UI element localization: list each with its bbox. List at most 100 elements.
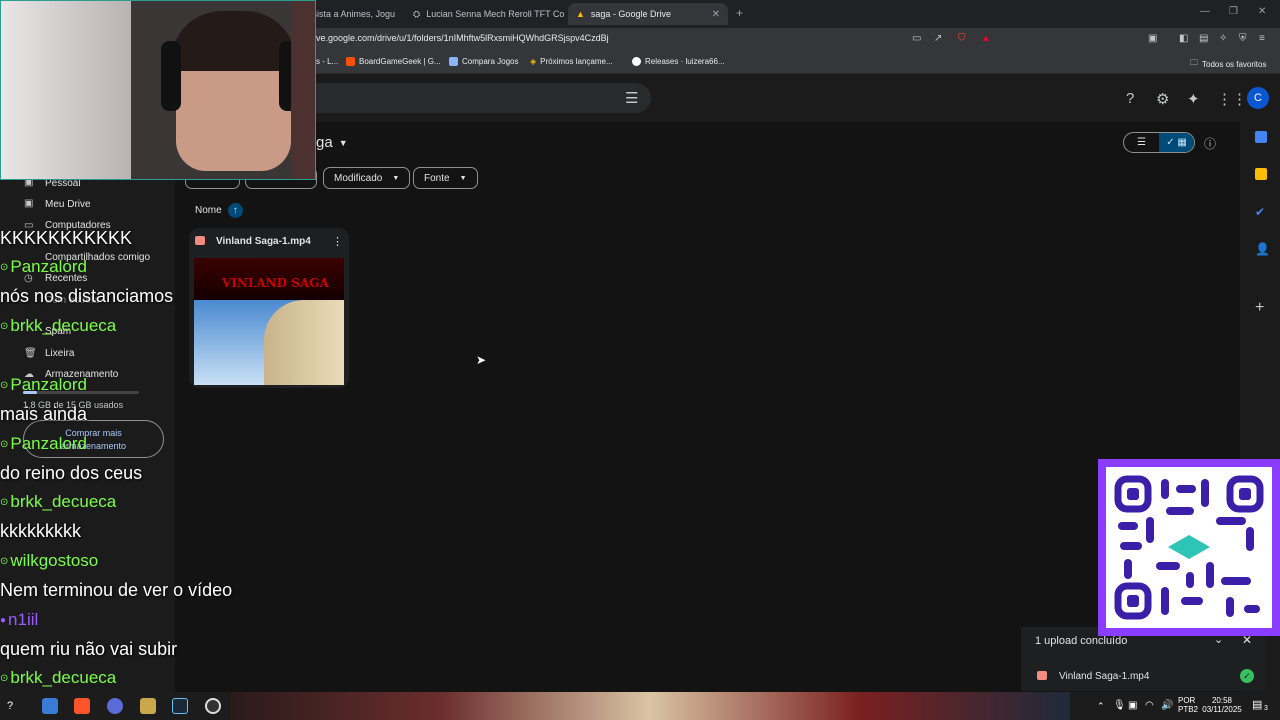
share-icon[interactable]: ↗ — [934, 33, 942, 44]
chat-message: KKKKKKKKKKK — [0, 228, 133, 248]
vpn-icon[interactable]: ⛨ — [1239, 33, 1247, 44]
language-indicator[interactable]: POR PTB2 — [1178, 696, 1198, 714]
list-view-icon[interactable]: ☰ — [1124, 133, 1159, 152]
bookmark-item[interactable]: Releases · luizera66... — [632, 57, 725, 66]
apps-grid-icon[interactable]: ⋮⋮ — [1217, 90, 1247, 108]
discord-taskbar-icon[interactable] — [107, 698, 123, 714]
reading-list-icon[interactable]: ◧ — [1179, 33, 1188, 44]
wifi-icon[interactable]: ◠ — [1145, 700, 1154, 711]
chip-label: Modificado — [334, 172, 383, 184]
bookmark-item[interactable]: s - L... — [316, 57, 338, 66]
sidebar-item-meu-drive[interactable]: Meu Drive — [45, 199, 91, 210]
chat-message: Nem terminou de ver o vídeo — [0, 580, 233, 600]
user-badge-icon: ⊙ — [0, 672, 9, 684]
tray-app-icon[interactable]: ▣ — [1128, 700, 1137, 711]
thumbnail-title: VINLAND SAGA — [222, 276, 329, 290]
tray-chevron-icon[interactable]: ⌃ — [1097, 701, 1105, 712]
info-icon[interactable]: ⓘ — [1204, 135, 1216, 152]
browser-menu-icon[interactable]: ≡ — [1259, 33, 1265, 44]
bookmark-item[interactable]: ◈ Próximos lançame... — [530, 57, 613, 66]
bookmark-item[interactable]: BoardGameGeek | G... — [346, 57, 441, 66]
sort-header[interactable]: Nome ↑ — [195, 203, 243, 218]
obs-taskbar-icon[interactable] — [205, 698, 221, 714]
bookmark-item[interactable]: Compara Jogos — [449, 57, 518, 66]
leo-ai-icon[interactable]: ✧ — [1219, 33, 1227, 44]
sidebar-item-lixeira[interactable]: Lixeira — [45, 348, 74, 359]
minimize-icon[interactable]: — — [1200, 6, 1210, 17]
tab-label: ssista a Animes, Jogu — [308, 9, 396, 19]
close-window-icon[interactable]: ✕ — [1258, 6, 1266, 17]
video-file-icon — [1037, 671, 1047, 680]
username-text: brkk_decueca — [10, 668, 117, 687]
search-options-icon[interactable]: ☰ — [625, 89, 638, 107]
tab-google-drive[interactable]: ▲ saga - Google Drive ✕ — [568, 3, 728, 25]
volume-icon[interactable]: 🔊 — [1161, 700, 1173, 711]
avatar[interactable]: C — [1247, 87, 1269, 109]
grid-view-icon[interactable]: ✓ ▦ — [1159, 133, 1194, 152]
url-field[interactable]: ve.google.com/drive/u/1/folders/1nIMhftw… — [316, 33, 609, 43]
folder-title[interactable]: ga ▼ — [316, 134, 348, 151]
thumbnail-character — [264, 300, 344, 385]
bookmark-label: s - L... — [316, 57, 339, 66]
help-taskbar-icon[interactable]: ? — [2, 698, 18, 714]
help-icon[interactable]: ? — [1126, 90, 1134, 107]
chat-message: nós nos distanciamos — [0, 286, 174, 306]
webcam-chair — [291, 1, 315, 179]
clock[interactable]: 20:58 03/11/2025 — [1202, 696, 1242, 714]
chat-username: ● n1iil — [0, 610, 38, 630]
drive-favicon-icon: ▲ — [576, 9, 585, 19]
more-options-icon[interactable]: ⋮ — [332, 235, 343, 248]
trash-icon: 🗑 — [24, 348, 37, 359]
gemini-sparkle-icon[interactable]: ✦ — [1187, 90, 1200, 108]
cast-icon[interactable]: ▭ — [912, 33, 921, 44]
file-card[interactable]: Vinland Saga-1.mp4 ⋮ VINLAND SAGA — [189, 228, 349, 388]
sort-ascending-icon[interactable]: ↑ — [227, 203, 243, 218]
bookmark-label: Releases · luizera66... — [645, 57, 725, 66]
new-tab-icon[interactable]: + — [736, 6, 743, 20]
mouse-cursor-icon: ➤ — [476, 353, 487, 367]
sidebar-toggle-icon[interactable]: ▣ — [1148, 33, 1157, 44]
clock-date: 03/11/2025 — [1202, 705, 1242, 714]
wallet-icon[interactable]: ▤ — [1199, 33, 1208, 44]
brave-taskbar-icon[interactable] — [74, 698, 90, 714]
microphone-icon[interactable]: 🎙 — [1113, 700, 1126, 711]
taskbar-wallpaper — [230, 692, 1070, 720]
view-toggle[interactable]: ☰ ✓ ▦ — [1123, 132, 1195, 153]
chevron-down-icon: ▼ — [338, 137, 348, 148]
keep-icon[interactable] — [1255, 168, 1267, 180]
file-explorer-icon[interactable] — [42, 698, 58, 714]
add-addon-icon[interactable]: + — [1255, 299, 1264, 317]
game-taskbar-icon[interactable] — [140, 698, 156, 714]
user-badge-icon: ⊙ — [0, 555, 9, 567]
tab-tft-comp[interactable]: ⛭ Lucian Senna Mech Reroll TFT Comp — [405, 3, 565, 25]
contacts-icon[interactable]: 👤 — [1255, 242, 1270, 256]
bgg-icon — [346, 57, 355, 66]
chat-username: ⊙ wilkgostoso — [0, 551, 98, 571]
upload-status: 1 upload concluído — [1035, 635, 1128, 647]
my-drive-icon: ▣ — [24, 198, 34, 209]
search-bar[interactable] — [316, 83, 651, 113]
chat-username: ⊙ Panzalord — [0, 257, 87, 277]
webcam-overlay — [0, 0, 316, 180]
steam-taskbar-icon[interactable] — [172, 698, 188, 714]
brave-rewards-icon[interactable]: ▲ — [981, 33, 991, 44]
upload-file-name: Vinland Saga-1.mp4 — [1059, 671, 1150, 682]
brave-shield-icon[interactable]: ⛉ — [958, 33, 966, 44]
chat-message: do reino dos ceus — [0, 463, 143, 483]
qr-code-overlay — [1098, 459, 1280, 636]
chat-message: kkkkkkkkk — [0, 521, 81, 541]
modified-filter-chip[interactable]: Modificado ▼ — [323, 167, 411, 189]
username-text: Panzalord — [10, 434, 87, 453]
all-bookmarks[interactable]: 🗀 Todos os favoritos — [1190, 57, 1266, 71]
settings-gear-icon[interactable]: ⚙ — [1156, 90, 1169, 108]
calendar-icon[interactable] — [1255, 131, 1267, 143]
close-tab-icon[interactable]: ✕ — [712, 9, 720, 20]
source-filter-chip[interactable]: Fonte ▼ — [413, 167, 478, 189]
notifications-icon[interactable]: ▤ — [1252, 698, 1262, 711]
video-file-icon — [195, 236, 205, 245]
tasks-icon[interactable]: ✔ — [1255, 205, 1265, 219]
restore-icon[interactable]: ❐ — [1229, 6, 1238, 17]
user-badge-icon: ● — [0, 614, 7, 626]
username-text: n1iil — [8, 610, 39, 629]
chat-username: ⊙ brkk_decueca — [0, 316, 116, 336]
